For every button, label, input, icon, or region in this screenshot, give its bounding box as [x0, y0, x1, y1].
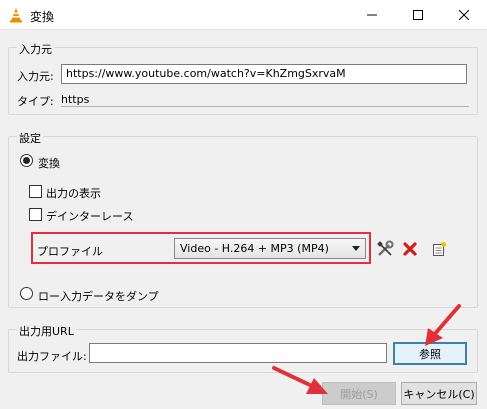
cancel-button[interactable]: キャンセル(C)	[401, 382, 477, 405]
output-file-input[interactable]	[89, 343, 387, 363]
profile-label: プロファイル	[37, 245, 103, 258]
minimize-button[interactable]	[349, 0, 395, 30]
start-button[interactable]: 開始(S)	[322, 382, 396, 405]
minimize-icon	[367, 14, 377, 16]
source-divider	[61, 106, 469, 107]
settings-legend: 設定	[17, 130, 43, 146]
profile-select[interactable]: Video - H.264 + MP3 (MP4)	[174, 238, 366, 259]
vlc-cone-icon	[10, 8, 22, 23]
deinterlace-label: デインターレース	[46, 210, 134, 223]
new-document-icon	[433, 242, 446, 256]
output-file-label: 出力ファイル:	[17, 350, 87, 363]
browse-button[interactable]: 参照	[393, 342, 467, 365]
profile-select-value: Video - H.264 + MP3 (MP4)	[180, 242, 329, 255]
wrench-screwdriver-icon	[377, 240, 394, 256]
close-button[interactable]	[441, 0, 487, 30]
maximize-button[interactable]	[395, 0, 441, 30]
source-url-input[interactable]: https://www.youtube.com/watch?v=KhZmgSxr…	[61, 64, 467, 84]
title-bar: 変換	[0, 0, 487, 30]
dump-raw-label: ロー入力データをダンプ	[38, 290, 159, 303]
delete-profile-button[interactable]	[399, 238, 421, 260]
convert-label: 変換	[38, 157, 60, 170]
show-output-label: 出力の表示	[46, 187, 101, 200]
source-url-label: 入力元:	[17, 70, 54, 83]
deinterlace-checkbox[interactable]	[29, 208, 42, 221]
type-label: タイプ:	[17, 95, 54, 108]
window-title: 変換	[30, 10, 55, 24]
new-profile-button[interactable]	[428, 238, 450, 260]
source-legend: 入力元	[17, 41, 54, 57]
dump-raw-radio[interactable]	[20, 287, 33, 300]
show-output-checkbox[interactable]	[29, 185, 42, 198]
close-icon	[459, 10, 469, 20]
chevron-down-icon	[352, 246, 360, 251]
maximize-icon	[413, 10, 423, 20]
type-value: https	[61, 93, 90, 106]
red-x-icon	[403, 242, 417, 256]
output-legend: 出力用URL	[17, 323, 76, 339]
convert-radio[interactable]	[20, 154, 33, 167]
edit-profile-button[interactable]	[374, 238, 396, 260]
